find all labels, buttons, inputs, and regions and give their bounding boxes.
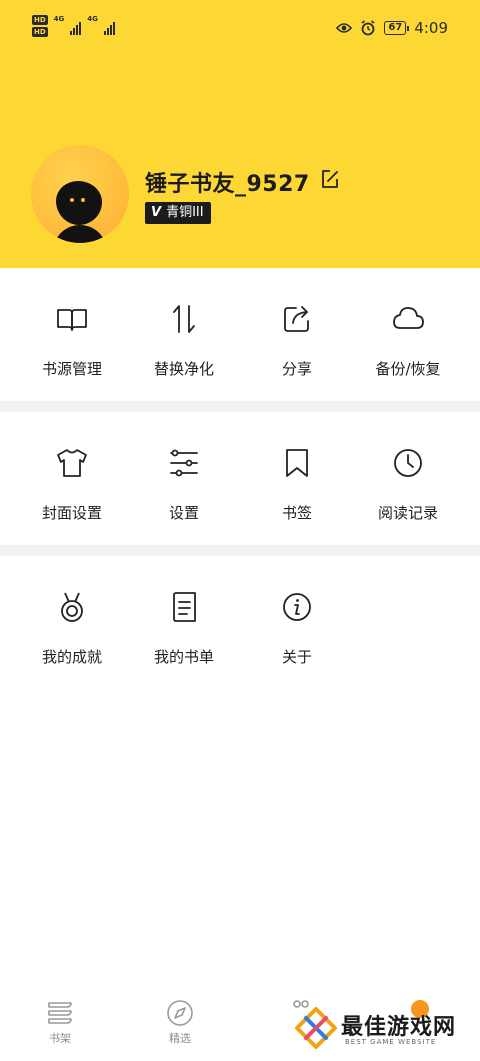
menu-about[interactable]: 关于 — [237, 588, 357, 700]
menu-row-3: 我的成就 我的书单 关于 — [0, 588, 480, 700]
menu-label: 我的成就 — [41, 648, 102, 666]
network-type-1: 4G — [53, 15, 65, 23]
edit-icon[interactable] — [319, 168, 341, 190]
medal-icon — [61, 592, 83, 622]
share-icon — [284, 306, 309, 332]
cloud-icon — [393, 307, 424, 329]
hd-label-1: HD — [32, 15, 48, 25]
menu-label: 封面设置 — [41, 504, 102, 522]
tab-label: 书架 — [49, 1032, 71, 1045]
status-time: 4:09 — [414, 19, 448, 37]
tab-featured[interactable]: 精选 — [120, 997, 240, 1061]
bookmark-icon — [286, 449, 308, 477]
battery-indicator: 67 — [384, 21, 410, 35]
tshirt-icon — [57, 449, 87, 477]
status-bar: HD HD 4G 4G 67 4:09 — [0, 0, 480, 58]
menu-row-1: 书源管理 替换净化 分享 备份/恢复 — [0, 300, 480, 412]
username: 锤子书友_9527 — [145, 172, 310, 197]
network-type-2: 4G — [87, 15, 98, 23]
eye-icon — [336, 23, 353, 33]
watermark-logo-icon — [295, 1007, 337, 1049]
avatar[interactable] — [31, 145, 129, 243]
tab-bookshelf[interactable]: 书架 — [0, 997, 120, 1061]
menu-label: 书源管理 — [41, 360, 102, 378]
alarm-icon — [361, 20, 375, 36]
watermark-title: 最佳游戏网 — [341, 1015, 457, 1040]
menu-label: 阅读记录 — [377, 504, 438, 522]
menu-row-2: 封面设置 设置 书签 阅读记录 — [0, 444, 480, 556]
menu-backup-restore[interactable]: 备份/恢复 — [348, 300, 468, 412]
avatar-head-icon — [56, 181, 102, 225]
clock-icon — [394, 449, 422, 477]
menu-replace-purify[interactable]: 替换净化 — [124, 300, 244, 412]
signal-bars-2-icon — [103, 21, 115, 35]
menu-bookmarks[interactable]: 书签 — [237, 444, 357, 556]
menu-label: 备份/恢复 — [375, 360, 441, 378]
badge-v-icon: V — [151, 205, 162, 220]
watermark-subtitle: BEST GAME WEBSITE — [345, 1038, 437, 1046]
menu-settings[interactable]: 设置 — [124, 444, 244, 556]
sliders-icon — [170, 449, 198, 477]
book-open-icon — [57, 309, 87, 331]
watermark-logo: 最佳游戏网 BEST GAME WEBSITE — [285, 997, 480, 1061]
menu-label: 书签 — [281, 504, 312, 522]
level-badge: V 青铜III — [145, 202, 211, 224]
book-list-icon — [173, 592, 196, 622]
menu-reading-history[interactable]: 阅读记录 — [348, 444, 468, 556]
compass-icon — [167, 1000, 193, 1026]
menu-achievements[interactable]: 我的成就 — [12, 588, 132, 700]
avatar-body-icon — [53, 225, 107, 243]
status-right: 67 4:09 — [336, 19, 448, 37]
badge-level-label: 青铜III — [166, 205, 204, 220]
swap-vertical-icon — [173, 305, 195, 333]
info-icon — [283, 593, 311, 621]
menu-label: 分享 — [281, 360, 312, 378]
bookshelf-icon — [48, 1002, 72, 1024]
section-divider — [0, 401, 480, 412]
signal-indicators: HD HD 4G 4G — [32, 15, 115, 37]
menu-label: 关于 — [281, 648, 312, 666]
menu-label: 我的书单 — [153, 648, 214, 666]
hd-label-2: HD — [32, 27, 48, 37]
menu-cover-settings[interactable]: 封面设置 — [12, 444, 132, 556]
menu-label: 替换净化 — [153, 360, 214, 378]
menu-book-source[interactable]: 书源管理 — [12, 300, 132, 412]
section-divider — [0, 545, 480, 556]
tab-label: 精选 — [169, 1032, 191, 1045]
menu-label: 设置 — [168, 504, 199, 522]
menu-share[interactable]: 分享 — [237, 300, 357, 412]
menu-my-booklist[interactable]: 我的书单 — [124, 588, 244, 700]
signal-bars-1-icon — [70, 21, 82, 35]
